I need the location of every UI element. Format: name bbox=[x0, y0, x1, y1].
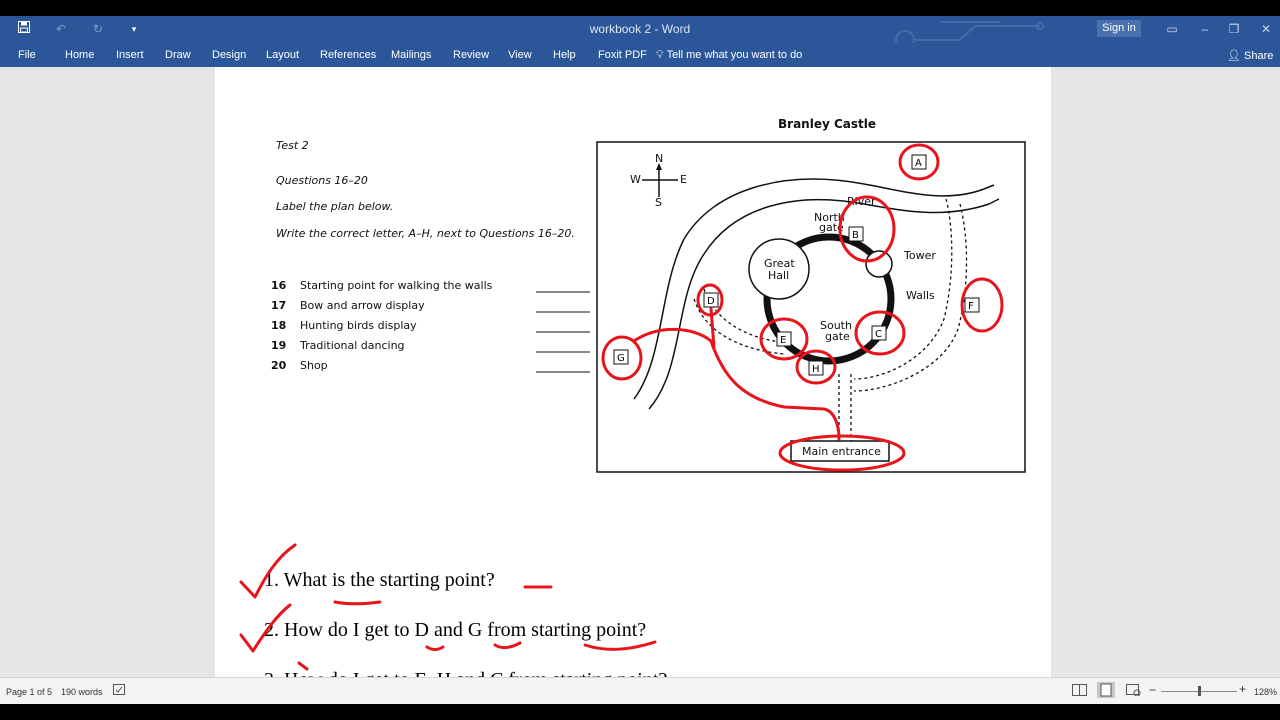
worksheet-image[interactable]: Test 2 Questions 16–20 Label the plan be… bbox=[264, 79, 1026, 548]
web-layout-icon[interactable] bbox=[1126, 684, 1141, 698]
document-title: workbook 2 - Word bbox=[589, 22, 691, 36]
tab-file[interactable]: File bbox=[18, 49, 36, 61]
item-number: 20 bbox=[271, 359, 287, 372]
tab-foxit-pdf[interactable]: Foxit PDF bbox=[598, 49, 647, 61]
main-entrance-label: Main entrance bbox=[802, 445, 881, 458]
svg-text:E: E bbox=[780, 335, 786, 346]
item-number: 17 bbox=[271, 299, 286, 312]
tab-draw[interactable]: Draw bbox=[165, 49, 191, 61]
svg-text:B: B bbox=[852, 230, 859, 241]
svg-text:gate: gate bbox=[825, 330, 850, 343]
item-text: Bow and arrow display bbox=[300, 299, 425, 312]
zoom-in-icon[interactable]: + bbox=[1239, 682, 1246, 696]
tower-label: Tower bbox=[903, 249, 936, 262]
zoom-level[interactable]: 128% bbox=[1254, 687, 1277, 697]
document-page[interactable]: Test 2 Questions 16–20 Label the plan be… bbox=[215, 67, 1051, 677]
ribbon-tabs: File Home Insert Draw Design Layout Refe… bbox=[0, 43, 1280, 67]
item-text: Starting point for walking the walls bbox=[300, 279, 493, 292]
tab-layout[interactable]: Layout bbox=[266, 49, 299, 61]
question-annotations bbox=[239, 543, 657, 671]
share-label: Share bbox=[1244, 50, 1274, 62]
svg-text:H: H bbox=[812, 364, 820, 375]
proofing-icon[interactable] bbox=[113, 684, 126, 698]
print-layout-icon[interactable] bbox=[1097, 682, 1115, 700]
svg-text:S: S bbox=[655, 196, 662, 209]
zoom-out-icon[interactable]: − bbox=[1149, 683, 1156, 697]
ribbon-display-options-icon[interactable]: ▭ bbox=[1162, 19, 1182, 39]
svg-text:Hall: Hall bbox=[768, 269, 789, 282]
svg-text:F: F bbox=[968, 301, 974, 312]
tab-references[interactable]: References bbox=[320, 49, 376, 61]
test-label: Test 2 bbox=[276, 139, 309, 152]
instruction-1: Label the plan below. bbox=[276, 200, 393, 213]
page-count[interactable]: Page 1 of 5 bbox=[6, 687, 52, 697]
svg-text:C: C bbox=[875, 329, 882, 340]
person-icon: 👤︎ bbox=[1227, 50, 1241, 62]
svg-text:D: D bbox=[707, 296, 715, 307]
lightbulb-icon: 💡︎ bbox=[656, 49, 664, 61]
sign-in-button[interactable]: Sign in bbox=[1097, 20, 1141, 37]
item-text: Shop bbox=[300, 359, 328, 372]
letterbox-top bbox=[0, 0, 1280, 16]
close-icon[interactable]: ✕ bbox=[1256, 19, 1276, 39]
tab-design[interactable]: Design bbox=[212, 49, 246, 61]
instruction-2: Write the correct letter, A–H, next to Q… bbox=[276, 227, 575, 240]
item-text: Traditional dancing bbox=[299, 339, 405, 352]
tab-home[interactable]: Home bbox=[65, 49, 94, 61]
title-bar: ↶ ↻ ▾ workbook 2 - Word Sign in ▭ – ❐ ✕ bbox=[0, 16, 1280, 63]
svg-text:E: E bbox=[680, 173, 687, 186]
document-workspace[interactable]: Test 2 Questions 16–20 Label the plan be… bbox=[0, 67, 1280, 677]
svg-text:A: A bbox=[915, 158, 922, 169]
compass-icon: N S E W bbox=[630, 152, 687, 209]
pen-annotations bbox=[601, 143, 1004, 472]
letterbox-bottom bbox=[0, 704, 1280, 720]
tower bbox=[865, 250, 893, 278]
svg-text:W: W bbox=[630, 173, 641, 186]
walls-label: Walls bbox=[906, 289, 935, 302]
svg-text:G: G bbox=[617, 353, 625, 364]
tab-mailings[interactable]: Mailings bbox=[391, 49, 431, 61]
share-button[interactable]: 👤︎ Share bbox=[1227, 49, 1273, 62]
zoom-slider-thumb[interactable] bbox=[1198, 686, 1201, 696]
svg-text:N: N bbox=[655, 152, 663, 165]
item-text: Hunting birds display bbox=[300, 319, 417, 332]
tab-help[interactable]: Help bbox=[553, 49, 576, 61]
tell-me-label: Tell me what you want to do bbox=[666, 49, 803, 61]
map-title: Branley Castle bbox=[778, 117, 876, 131]
status-bar: Page 1 of 5 190 words − + 128% bbox=[0, 677, 1280, 704]
worksheet-scan: Test 2 Questions 16–20 Label the plan be… bbox=[271, 117, 1026, 473]
tell-me-search[interactable]: 💡︎ Tell me what you want to do bbox=[656, 49, 802, 62]
item-list: 16 Starting point for walking the walls … bbox=[271, 279, 590, 373]
item-number: 16 bbox=[271, 279, 287, 292]
questions-heading: Questions 16–20 bbox=[276, 174, 368, 187]
tab-insert[interactable]: Insert bbox=[116, 49, 144, 61]
word-window: ↶ ↻ ▾ workbook 2 - Word Sign in ▭ – ❐ ✕ … bbox=[0, 0, 1280, 720]
word-count[interactable]: 190 words bbox=[61, 687, 103, 697]
item-number: 18 bbox=[271, 319, 286, 332]
read-mode-icon[interactable] bbox=[1072, 684, 1087, 698]
minimize-icon[interactable]: – bbox=[1195, 19, 1215, 39]
tab-view[interactable]: View bbox=[508, 49, 532, 61]
item-number: 19 bbox=[271, 339, 286, 352]
tab-review[interactable]: Review bbox=[453, 49, 489, 61]
restore-icon[interactable]: ❐ bbox=[1224, 19, 1244, 39]
